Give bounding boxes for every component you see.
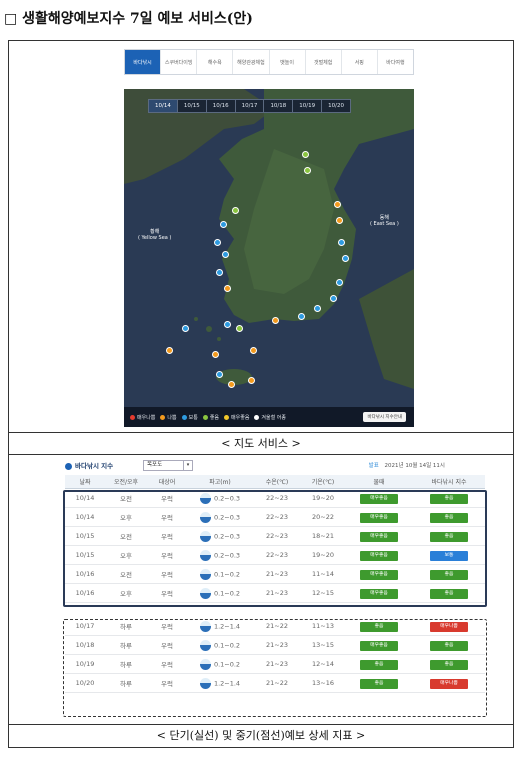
tab-item[interactable]: 해수욕: [197, 50, 234, 74]
column-header: 기온(℃): [311, 479, 335, 486]
legend-item: 나쁨: [160, 414, 177, 421]
chevron-down-icon: ▾: [183, 461, 192, 470]
legend-dot-icon: [254, 414, 260, 420]
map-marker[interactable]: [330, 295, 337, 302]
announce-time-value: 2021년 10월 14일 11시: [384, 463, 445, 469]
announce-time: 발표 2021년 10월 14일 11시: [369, 459, 445, 473]
date-tab[interactable]: 10/16: [207, 100, 236, 112]
map-marker[interactable]: [272, 317, 279, 324]
region-select[interactable]: 목포도 ▾: [143, 460, 193, 471]
map-marker[interactable]: [232, 207, 239, 214]
date-tab[interactable]: 10/15: [178, 100, 207, 112]
legend-item: 매우나쁨: [130, 414, 155, 421]
legend-label: 겨울철 어종: [261, 414, 287, 421]
tab-item[interactable]: 바다낚시: [125, 50, 162, 74]
legend-dot-icon: [224, 414, 230, 420]
map-marker[interactable]: [216, 371, 223, 378]
east-sea-label: 동해 ( East Sea ): [370, 215, 399, 227]
table-title-text: 바다낚시 지수: [75, 462, 114, 470]
table-cell: 바다낚시 지수 목포도 ▾ 발표 2021년 10월 14일 11시 날짜 오전/…: [9, 455, 513, 725]
column-header: 대상어: [158, 479, 176, 486]
map-marker[interactable]: [250, 347, 257, 354]
mid-term-group: [63, 619, 487, 717]
table-header-bar: 바다낚시 지수 목포도 ▾ 발표 2021년 10월 14일 11시: [65, 459, 485, 473]
tab-item[interactable]: 뱃놀이: [270, 50, 306, 74]
date-tab[interactable]: 10/17: [236, 100, 265, 112]
map-marker[interactable]: [216, 269, 223, 276]
map-marker[interactable]: [334, 201, 341, 208]
document-title: □ 생활해양예보지수 7일 예보 서비스(안): [4, 11, 253, 27]
yellow-sea-label: 황해 ( Yellow Sea ): [138, 229, 172, 241]
map-marker[interactable]: [304, 167, 311, 174]
map-marker[interactable]: [228, 381, 235, 388]
map-marker[interactable]: [298, 313, 305, 320]
legend-label: 보통: [188, 414, 198, 421]
column-header: 바다낚시 지수: [431, 479, 467, 486]
tab-item[interactable]: 스쿠버다이빙: [161, 50, 198, 74]
map-marker[interactable]: [338, 239, 345, 246]
tab-item[interactable]: 바다여행: [378, 50, 413, 74]
column-header: 오전/오후: [113, 479, 139, 486]
date-tab[interactable]: 10/19: [293, 100, 323, 112]
legend-item: 매우좋음: [224, 414, 249, 421]
map-marker[interactable]: [166, 347, 173, 354]
legend-dot-icon: [130, 414, 135, 420]
date-tab[interactable]: 10/18: [264, 100, 294, 112]
map-marker[interactable]: [336, 217, 343, 224]
table-title: 바다낚시 지수: [65, 459, 113, 473]
legend-label: 매우나쁨: [137, 414, 156, 421]
activity-tabs: 바다낚시 스쿠버다이빙 해수욕 해양관광체험 뱃놀이 갯벌체험 서핑 바다여행: [124, 49, 414, 75]
legend-item: 보통: [181, 414, 198, 421]
legend-item: 좋음: [202, 414, 220, 421]
map-marker[interactable]: [342, 255, 349, 262]
map-marker[interactable]: [248, 377, 255, 384]
date-tab[interactable]: 10/14: [149, 100, 178, 112]
figure-frame: 바다낚시스쿠버다이빙해수욕해양관광체험뱃놀이갯벌체험서핑바다여행: [8, 40, 514, 748]
map-marker[interactable]: [302, 151, 309, 158]
map-marker[interactable]: [224, 321, 231, 328]
index-guide-button[interactable]: 바다낚시 지수안내: [363, 412, 406, 422]
map-marker[interactable]: [236, 325, 243, 332]
column-header: 수온(℃): [265, 479, 289, 486]
column-header: 날짜: [79, 479, 91, 486]
legend-label: 나쁨: [167, 414, 177, 421]
map-marker[interactable]: [222, 251, 229, 258]
map-marker[interactable]: [220, 221, 227, 228]
date-selector: 10/14 10/15 10/16 10/17 10/18 10/19 10/20: [148, 99, 352, 113]
tab-item[interactable]: 해양관광체험: [233, 50, 270, 74]
tab-item[interactable]: 서핑: [342, 50, 378, 74]
map-cell: 바다낚시스쿠버다이빙해수욕해양관광체험뱃놀이갯벌체험서핑바다여행: [9, 41, 513, 433]
column-header: 파고(m): [209, 479, 231, 486]
legend-dot-icon: [181, 414, 187, 420]
legend-item: 겨울철 어종: [254, 414, 286, 421]
table-caption: < 단기(실선) 및 중기(점선)예보 상세 지표 >: [156, 729, 366, 742]
tab-item[interactable]: 갯벌체험: [306, 50, 342, 74]
map-marker[interactable]: [182, 325, 189, 332]
info-icon: [65, 462, 72, 470]
map-marker[interactable]: [314, 305, 321, 312]
map-terrain: [124, 89, 414, 427]
short-term-group: [63, 490, 487, 607]
legend-dot-icon: [202, 414, 208, 420]
map-caption: < 지도 서비스 >: [9, 433, 513, 455]
region-value: 목포도: [147, 462, 163, 468]
legend-label: 매우좋음: [231, 414, 250, 421]
table-header-row: 날짜 오전/오후 대상어 파고(m) 수온(℃) 기온(℃) 물때 바다낚시 지수: [65, 475, 485, 489]
map-marker[interactable]: [214, 239, 221, 246]
map-marker[interactable]: [336, 279, 343, 286]
column-header: 물때: [373, 479, 385, 486]
korea-map[interactable]: 10/14 10/15 10/16 10/17 10/18 10/19 10/20 황해 (…: [124, 89, 414, 427]
announce-keyword: 발표: [368, 463, 379, 469]
date-tab[interactable]: 10/20: [322, 100, 350, 112]
map-marker[interactable]: [212, 351, 219, 358]
map-marker[interactable]: [224, 285, 231, 292]
legend-dot-icon: [160, 414, 166, 420]
map-service-screenshot: 바다낚시스쿠버다이빙해수욕해양관광체험뱃놀이갯벌체험서핑바다여행: [124, 49, 414, 427]
legend-label: 좋음: [209, 414, 220, 421]
